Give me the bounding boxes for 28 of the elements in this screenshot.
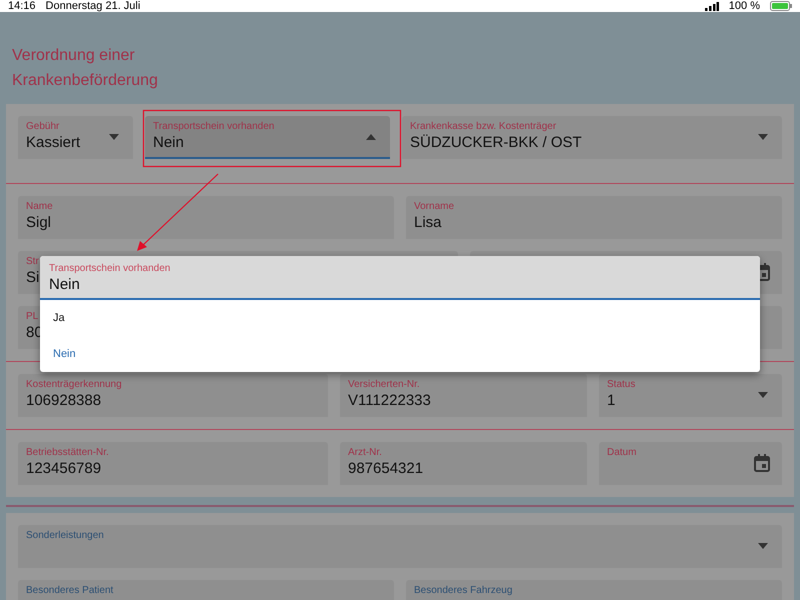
dialog-title: Verordnung einer	[12, 46, 136, 66]
dropdown-field[interactable]: Krankenkasse bzw. Kostenträger SÜDZUCKER-BKK / OST	[402, 116, 782, 159]
input-field[interactable]: Vorname Lisa	[406, 196, 782, 239]
calendar-icon	[754, 454, 770, 472]
signal-icon	[704, 2, 719, 10]
field-value: Nein	[49, 276, 81, 293]
caret-icon	[758, 392, 768, 398]
battery-icon	[770, 1, 792, 11]
dropdown-field[interactable]: Gebühr Kassiert	[18, 116, 133, 159]
dropdown-header[interactable]: Transportschein vorhanden Nein	[40, 256, 760, 300]
input-field[interactable]: Betriebsstätten-Nr. 123456789	[18, 442, 328, 485]
input-field[interactable]: Versicherten-Nr. V111222333	[340, 374, 587, 417]
dropdown-field[interactable]: Transportschein vorhanden Nein	[145, 116, 390, 159]
time: 14:16	[8, 0, 36, 12]
input-field[interactable]: Arzt-Nr. 987654321	[340, 442, 587, 485]
caret-icon	[758, 543, 768, 549]
battery-percentage: 100 %	[728, 0, 760, 12]
input-field[interactable]: Name Sigl	[18, 196, 394, 239]
caret-icon	[109, 134, 119, 140]
dropdown-field[interactable]: Status 1	[599, 374, 782, 417]
caret-icon	[366, 134, 376, 140]
dropdown-option[interactable]: Nein	[40, 336, 760, 372]
dialog-title: Krankenbeförderung	[12, 71, 159, 91]
caret-icon	[758, 134, 768, 140]
field-label: Transportschein vorhanden	[49, 263, 172, 274]
input-field[interactable]: Kostenträgerkennung 106928388	[18, 374, 328, 417]
dropdown-option[interactable]: Ja	[40, 300, 760, 336]
date: Donnerstag 21. Juli	[46, 0, 140, 12]
